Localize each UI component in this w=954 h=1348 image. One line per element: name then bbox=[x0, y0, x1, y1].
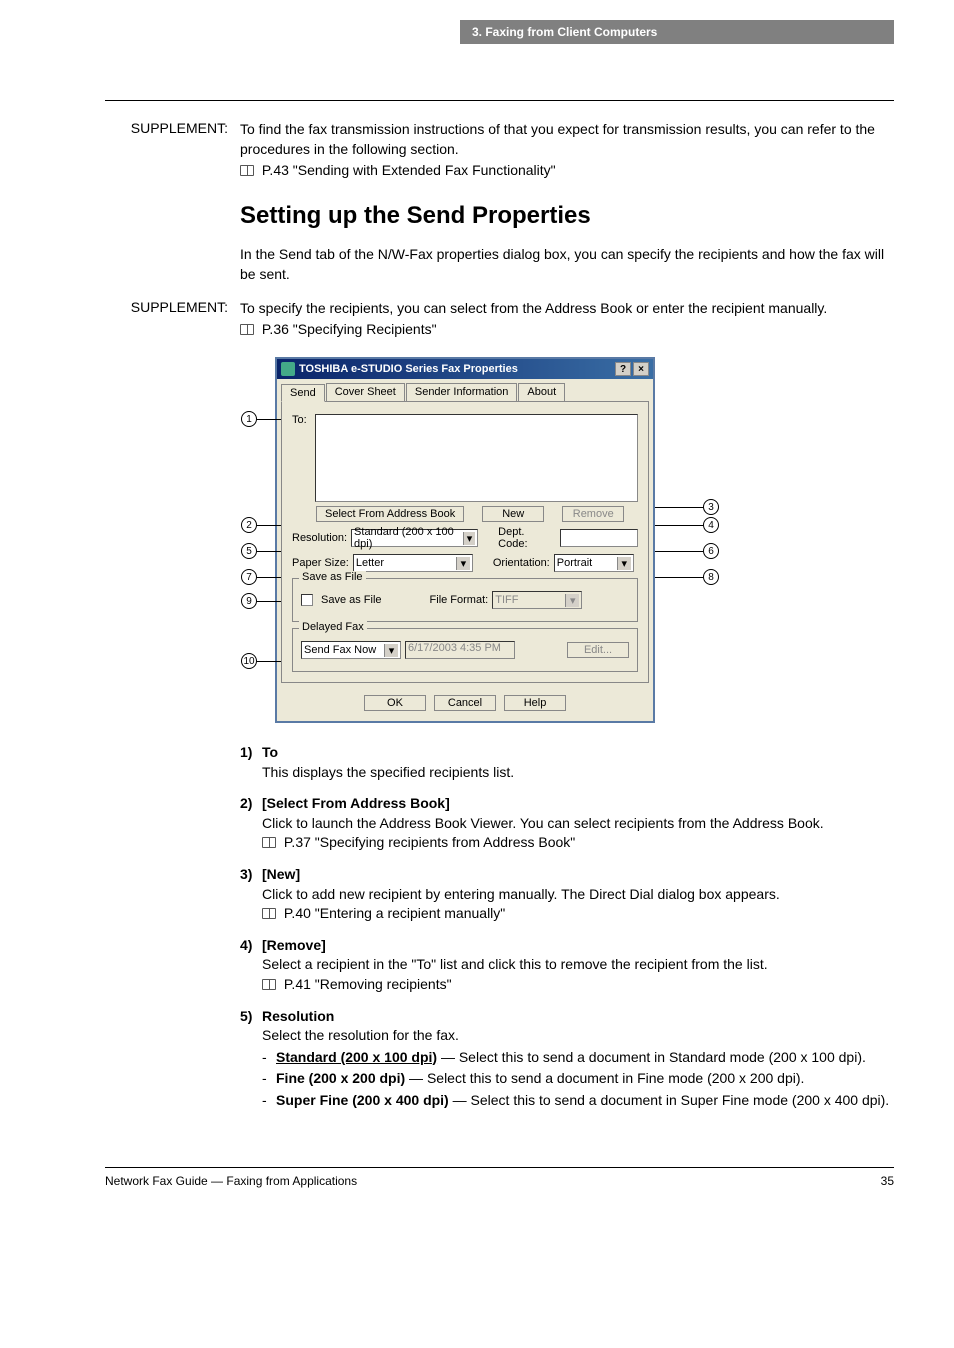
callout-4: 4 bbox=[703, 517, 719, 533]
dept-code-input[interactable] bbox=[560, 529, 638, 547]
def-2-num: 2) bbox=[240, 794, 262, 814]
callout-3: 3 bbox=[703, 499, 719, 515]
def-3-ref: P.40 "Entering a recipient manually" bbox=[284, 905, 505, 921]
paper-size-label: Paper Size: bbox=[292, 557, 349, 569]
book-icon bbox=[262, 837, 276, 848]
chevron-down-icon: ▾ bbox=[617, 557, 631, 570]
rule-top bbox=[105, 100, 894, 101]
chevron-down-icon: ▾ bbox=[456, 557, 470, 570]
def-2-ref: P.37 "Specifying recipients from Address… bbox=[284, 834, 575, 850]
orientation-label: Orientation: bbox=[493, 557, 550, 569]
tab-about[interactable]: About bbox=[518, 383, 565, 401]
book-icon bbox=[240, 324, 254, 335]
def-5-opt-1: Standard (200 x 100 dpi) — Select this t… bbox=[262, 1048, 894, 1068]
dialog-title: TOSHIBA e-STUDIO Series Fax Properties bbox=[299, 363, 613, 375]
help-button[interactable]: Help bbox=[504, 695, 566, 711]
chevron-down-icon: ▾ bbox=[384, 644, 398, 657]
def-5-body: Select the resolution for the fax. bbox=[262, 1026, 894, 1046]
paper-size-select[interactable]: Letter▾ bbox=[353, 554, 473, 572]
def-4-num: 4) bbox=[240, 936, 262, 956]
callout-7: 7 bbox=[241, 569, 257, 585]
cancel-button[interactable]: Cancel bbox=[434, 695, 496, 711]
def-3-body: Click to add new recipient by entering m… bbox=[262, 885, 894, 905]
ok-button[interactable]: OK bbox=[364, 695, 426, 711]
supplement-text-1: To find the fax transmission instruction… bbox=[240, 119, 894, 160]
supplement-label-1: SUPPLEMENT: bbox=[105, 119, 240, 180]
save-as-file-group-label: Save as File bbox=[299, 571, 366, 583]
def-4-ref: P.41 "Removing recipients" bbox=[284, 976, 452, 992]
def-5-title: Resolution bbox=[262, 1007, 334, 1027]
tab-cover-sheet[interactable]: Cover Sheet bbox=[326, 383, 405, 401]
recipients-list[interactable] bbox=[315, 414, 638, 502]
tab-send[interactable]: Send bbox=[281, 384, 325, 402]
def-2-body: Click to launch the Address Book Viewer.… bbox=[262, 814, 894, 834]
dept-code-label: Dept. Code: bbox=[498, 526, 555, 550]
def-1-body: This displays the specified recipients l… bbox=[262, 763, 894, 783]
def-5-opt-3: Super Fine (200 x 400 dpi) — Select this… bbox=[262, 1091, 894, 1111]
breadcrumb: 3. Faxing from Client Computers bbox=[460, 20, 894, 44]
delayed-fax-group-label: Delayed Fax bbox=[299, 621, 367, 633]
help-icon[interactable]: ? bbox=[615, 362, 631, 376]
supplement-ref-1: P.43 "Sending with Extended Fax Function… bbox=[262, 162, 556, 178]
supplement-text-2: To specify the recipients, you can selec… bbox=[240, 298, 894, 318]
tab-sender-info[interactable]: Sender Information bbox=[406, 383, 518, 401]
select-from-address-book-button[interactable]: Select From Address Book bbox=[316, 506, 464, 522]
remove-button[interactable]: Remove bbox=[562, 506, 624, 522]
fax-properties-dialog: TOSHIBA e-STUDIO Series Fax Properties ?… bbox=[275, 357, 655, 723]
save-as-file-check-label: Save as File bbox=[321, 594, 382, 606]
section-heading: Setting up the Send Properties bbox=[240, 202, 894, 230]
new-button[interactable]: New bbox=[482, 506, 544, 522]
chevron-down-icon: ▾ bbox=[463, 532, 476, 545]
page-number: 35 bbox=[881, 1174, 894, 1188]
def-4-body: Select a recipient in the "To" list and … bbox=[262, 955, 894, 975]
resolution-label: Resolution: bbox=[292, 532, 347, 544]
def-5-num: 5) bbox=[240, 1007, 262, 1027]
book-icon bbox=[240, 165, 254, 176]
def-4-title: [Remove] bbox=[262, 936, 326, 956]
delayed-fax-group: Delayed Fax Send Fax Now▾ 6/17/2003 4:35… bbox=[292, 628, 638, 672]
chevron-down-icon: ▾ bbox=[565, 594, 579, 607]
save-as-file-checkbox[interactable] bbox=[301, 594, 313, 606]
dialog-tabs: Send Cover Sheet Sender Information Abou… bbox=[277, 379, 653, 401]
dialog-titlebar[interactable]: TOSHIBA e-STUDIO Series Fax Properties ?… bbox=[277, 359, 653, 379]
resolution-select[interactable]: Standard (200 x 100 dpi)▾ bbox=[351, 529, 478, 547]
def-3-num: 3) bbox=[240, 865, 262, 885]
file-format-label: File Format: bbox=[430, 594, 489, 606]
callout-10: 10 bbox=[241, 653, 257, 669]
close-icon[interactable]: × bbox=[633, 362, 649, 376]
def-3-title: [New] bbox=[262, 865, 300, 885]
section-intro: In the Send tab of the N/W-Fax propertie… bbox=[240, 244, 894, 285]
book-icon bbox=[262, 979, 276, 990]
supplement-label-2: SUPPLEMENT: bbox=[105, 298, 240, 339]
def-2-title: [Select From Address Book] bbox=[262, 794, 450, 814]
def-1-num: 1) bbox=[240, 743, 262, 763]
file-format-select[interactable]: TIFF▾ bbox=[492, 591, 582, 609]
callout-2: 2 bbox=[241, 517, 257, 533]
supplement-ref-2: P.36 "Specifying Recipients" bbox=[262, 321, 437, 337]
def-1-title: To bbox=[262, 743, 278, 763]
orientation-select[interactable]: Portrait▾ bbox=[554, 554, 634, 572]
save-as-file-group: Save as File Save as File File Format: T… bbox=[292, 578, 638, 622]
edit-button[interactable]: Edit... bbox=[567, 642, 629, 658]
book-icon bbox=[262, 908, 276, 919]
callout-1: 1 bbox=[241, 411, 257, 427]
def-5-opt-2: Fine (200 x 200 dpi) — Select this to se… bbox=[262, 1069, 894, 1089]
delay-time-input[interactable]: 6/17/2003 4:35 PM bbox=[405, 641, 515, 659]
callout-6: 6 bbox=[703, 543, 719, 559]
to-label: To: bbox=[292, 414, 311, 426]
callout-8: 8 bbox=[703, 569, 719, 585]
app-icon bbox=[281, 362, 295, 376]
footer-text: Network Fax Guide — Faxing from Applicat… bbox=[105, 1174, 357, 1188]
callout-9: 9 bbox=[241, 593, 257, 609]
callout-5: 5 bbox=[241, 543, 257, 559]
delay-mode-select[interactable]: Send Fax Now▾ bbox=[301, 641, 401, 659]
